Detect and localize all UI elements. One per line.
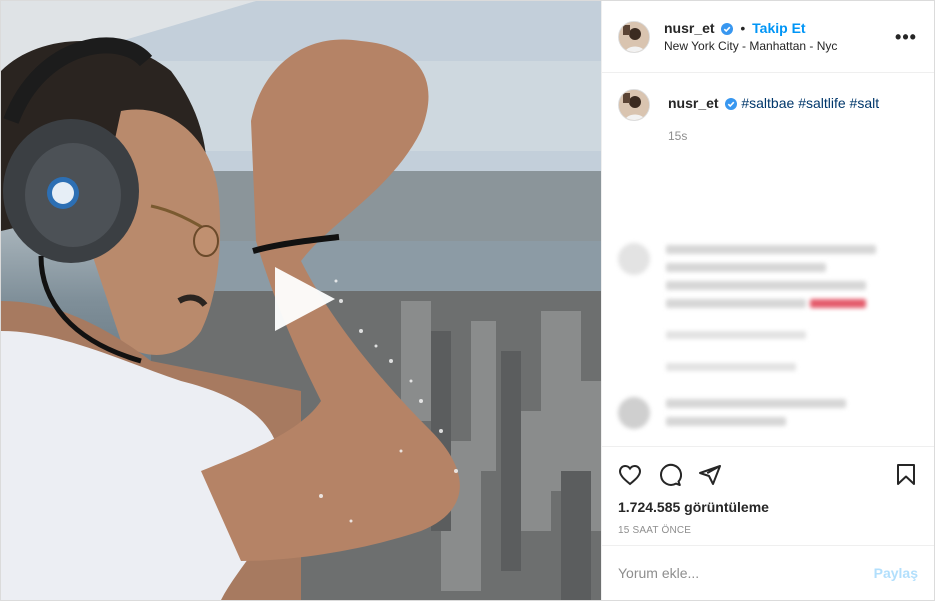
post-header: nusr_et • Takip Et New York City - Manha…	[602, 1, 934, 73]
comments-area: nusr_et #saltbae #saltlife #salt 15s	[602, 73, 934, 446]
post-dialog: nusr_et • Takip Et New York City - Manha…	[0, 0, 935, 601]
follow-button[interactable]: Takip Et	[752, 20, 805, 36]
heart-icon[interactable]	[618, 455, 658, 495]
action-icons	[618, 455, 918, 495]
bookmark-icon[interactable]	[878, 455, 918, 495]
play-icon[interactable]	[269, 263, 339, 335]
blurred-comment	[618, 395, 918, 446]
verified-icon	[725, 97, 738, 113]
post-comment-button[interactable]: Paylaş	[874, 565, 918, 581]
username-link[interactable]: nusr_et	[664, 20, 715, 36]
verified-icon	[721, 22, 734, 38]
blurred-comment	[618, 243, 918, 393]
post-side-panel: nusr_et • Takip Et New York City - Manha…	[601, 1, 934, 600]
hashtag-link[interactable]: #salt	[850, 95, 880, 111]
post-header-meta: nusr_et • Takip Et New York City - Manha…	[664, 20, 894, 54]
share-icon[interactable]	[698, 455, 738, 495]
caption: nusr_et #saltbae #saltlife #salt 15s	[618, 89, 918, 143]
comment-form: Paylaş	[602, 545, 934, 600]
separator-dot: •	[740, 19, 746, 36]
more-icon[interactable]: •••	[894, 28, 918, 46]
location-link[interactable]: New York City - Manhattan - Nyc	[664, 38, 894, 54]
view-count[interactable]: 1.724.585 görüntüleme	[618, 499, 918, 515]
hashtag-link[interactable]: #saltlife	[798, 95, 845, 111]
hashtag-link[interactable]: #saltbae	[741, 95, 794, 111]
post-timestamp[interactable]: 15 SAAT ÖNCE	[618, 525, 918, 536]
avatar[interactable]	[618, 20, 650, 53]
caption-time: 15s	[668, 129, 688, 143]
avatar-image	[619, 21, 649, 52]
caption-body: nusr_et #saltbae #saltlife #salt 15s	[668, 95, 879, 143]
caption-avatar[interactable]	[618, 89, 650, 121]
post-video[interactable]	[1, 1, 601, 600]
avatar-image	[619, 90, 649, 120]
caption-username[interactable]: nusr_et	[668, 95, 719, 111]
comment-input[interactable]	[618, 565, 874, 581]
comment-icon[interactable]	[658, 455, 698, 495]
